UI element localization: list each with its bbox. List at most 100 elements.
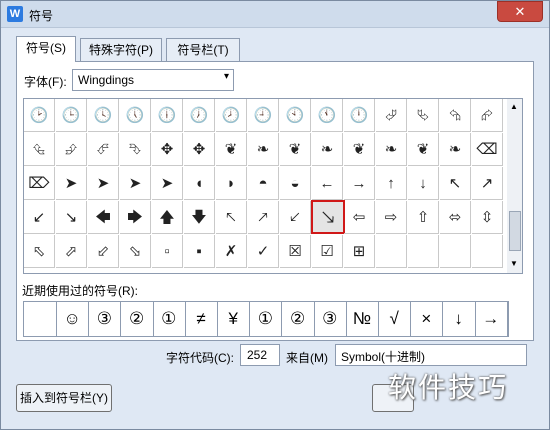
symbol-cell[interactable]: ⬀: [56, 235, 87, 268]
symbol-cell[interactable]: 🕑: [24, 99, 55, 132]
recent-symbol-cell[interactable]: №: [346, 302, 379, 336]
symbol-cell[interactable]: ➤: [56, 167, 87, 200]
symbol-cell[interactable]: ❧: [440, 133, 471, 166]
symbol-cell[interactable]: ⌫: [472, 133, 503, 166]
symbol-cell[interactable]: ❦: [408, 133, 439, 166]
recent-symbol-cell[interactable]: ②: [121, 302, 154, 336]
symbol-cell[interactable]: ◗: [216, 167, 247, 200]
symbol-cell[interactable]: 🕔: [120, 99, 151, 132]
symbol-cell[interactable]: ⮶: [88, 133, 119, 166]
symbol-cell-selected[interactable]: 🡖: [311, 200, 345, 234]
symbol-cell[interactable]: ⬄: [440, 201, 471, 234]
recent-symbol-cell[interactable]: √: [378, 302, 412, 336]
symbol-cell[interactable]: ❧: [248, 133, 279, 166]
symbol-cell[interactable]: ⇦: [344, 201, 375, 234]
symbol-cell[interactable]: 🕕: [152, 99, 183, 132]
symbol-cell[interactable]: 🕗: [216, 99, 247, 132]
symbol-cell[interactable]: ➤: [88, 167, 119, 200]
symbol-cell[interactable]: ✥: [152, 133, 183, 166]
symbol-cell[interactable]: ▫: [152, 235, 183, 268]
symbol-cell[interactable]: →: [344, 167, 375, 200]
symbol-cell[interactable]: ✗: [216, 235, 247, 268]
symbol-cell[interactable]: 🕚: [312, 99, 343, 132]
scroll-down-icon[interactable]: ▼: [510, 259, 518, 268]
symbol-cell[interactable]: ↖: [440, 167, 471, 200]
font-select[interactable]: Wingdings ▾: [72, 69, 234, 91]
symbol-cell[interactable]: ↑: [376, 167, 407, 200]
symbol-cell[interactable]: ☑: [312, 235, 343, 268]
recent-symbol-cell[interactable]: ≠: [185, 302, 218, 336]
symbol-cell[interactable]: 🕙: [280, 99, 311, 132]
symbol-cell[interactable]: 🡗: [280, 201, 311, 234]
symbol-cell-empty[interactable]: [408, 235, 439, 268]
symbol-cell[interactable]: ⮳: [472, 99, 503, 132]
symbol-cell[interactable]: 🡔: [216, 201, 247, 234]
symbol-cell[interactable]: ✓: [248, 235, 279, 268]
symbol-cell[interactable]: ▪: [184, 235, 215, 268]
symbol-cell[interactable]: 🕛: [344, 99, 375, 132]
symbol-cell[interactable]: ⮵: [56, 133, 87, 166]
symbol-cell[interactable]: ⮷: [120, 133, 151, 166]
symbol-cell[interactable]: ↙: [24, 201, 55, 234]
symbol-cell-empty[interactable]: [376, 235, 407, 268]
symbol-cell[interactable]: 🕘: [248, 99, 279, 132]
symbol-cell[interactable]: ⬂: [120, 235, 151, 268]
symbol-cell[interactable]: ❧: [376, 133, 407, 166]
symbol-cell[interactable]: 🕓: [88, 99, 119, 132]
symbol-cell[interactable]: ⮱: [408, 99, 439, 132]
symbol-cell[interactable]: ⮴: [24, 133, 55, 166]
symbol-cell-empty[interactable]: [440, 235, 471, 268]
recent-symbol-cell[interactable]: ③: [88, 302, 122, 336]
symbol-cell[interactable]: ←: [312, 167, 343, 200]
symbol-cell[interactable]: ⬃: [88, 235, 119, 268]
symbol-cell[interactable]: ✥: [184, 133, 215, 166]
symbol-cell[interactable]: ❦: [216, 133, 247, 166]
recent-symbol-cell[interactable]: ↓: [443, 302, 476, 336]
symbol-cell[interactable]: ↗: [472, 167, 503, 200]
close-button[interactable]: ✕: [497, 1, 543, 22]
recent-symbol-cell[interactable]: [24, 302, 57, 336]
symbol-cell[interactable]: 🡄: [88, 201, 119, 234]
symbol-cell[interactable]: ◓: [248, 167, 279, 200]
recent-symbol-cell[interactable]: ③: [314, 302, 347, 336]
symbol-cell[interactable]: ⮰: [376, 99, 407, 132]
symbol-cell-empty[interactable]: [472, 235, 503, 268]
symbol-cell[interactable]: ⮲: [440, 99, 471, 132]
char-code-input[interactable]: 252: [240, 344, 280, 366]
symbol-cell[interactable]: 🕒: [56, 99, 87, 132]
recent-symbol-cell[interactable]: ②: [282, 302, 315, 336]
symbol-cell[interactable]: ❦: [280, 133, 311, 166]
symbol-cell[interactable]: ⇳: [472, 201, 503, 234]
symbol-cell[interactable]: ☒: [280, 235, 311, 268]
symbol-cell[interactable]: 🡆: [120, 201, 151, 234]
symbol-cell[interactable]: ⌦: [24, 167, 55, 200]
symbol-cell[interactable]: ❧: [312, 133, 343, 166]
insert-to-symbol-bar-button[interactable]: 插入到符号栏(Y): [16, 384, 112, 412]
symbol-cell[interactable]: 🡇: [184, 201, 215, 234]
symbol-cell[interactable]: 🡕: [248, 201, 279, 234]
symbol-cell[interactable]: ⬁: [24, 235, 55, 268]
scroll-thumb[interactable]: [509, 211, 521, 251]
recent-symbol-cell[interactable]: ×: [410, 302, 444, 336]
from-select[interactable]: Symbol(十进制): [335, 344, 527, 366]
symbol-cell[interactable]: ⊞: [344, 235, 375, 268]
recent-symbol-cell[interactable]: ①: [153, 302, 186, 336]
recent-symbol-cell[interactable]: ☺: [56, 302, 90, 336]
tab-special-chars[interactable]: 特殊字符(P): [80, 38, 162, 61]
symbol-cell[interactable]: ⇨: [376, 201, 407, 234]
symbol-cell[interactable]: ↓: [408, 167, 439, 200]
tab-symbols[interactable]: 符号(S): [16, 36, 76, 62]
recent-symbol-cell[interactable]: →: [475, 302, 508, 336]
symbol-cell[interactable]: 🕖: [184, 99, 215, 132]
recent-symbol-cell[interactable]: ①: [249, 302, 283, 336]
symbol-cell[interactable]: ◖: [184, 167, 215, 200]
scroll-up-icon[interactable]: ▲: [510, 102, 518, 111]
symbol-cell[interactable]: ⇧: [408, 201, 439, 234]
recent-symbol-cell[interactable]: ¥: [217, 302, 251, 336]
symbol-cell[interactable]: ◒: [280, 167, 311, 200]
symbol-cell[interactable]: ➤: [152, 167, 183, 200]
grid-scrollbar[interactable]: ▲ ▼: [507, 98, 523, 274]
symbol-cell[interactable]: 🡅: [152, 201, 183, 234]
symbol-cell[interactable]: ❦: [344, 133, 375, 166]
symbol-cell[interactable]: ➤: [120, 167, 151, 200]
